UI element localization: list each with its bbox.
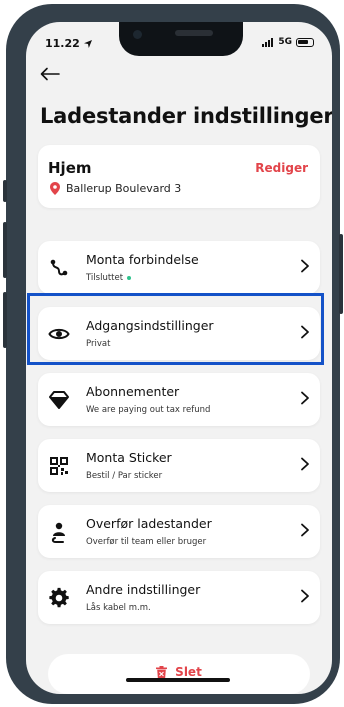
connected-status-dot [127,276,132,280]
volume-down-button [3,292,7,348]
user-transfer-icon [51,522,65,543]
item-label: Overfør ladestander [86,516,212,531]
qr-code-icon [50,457,68,475]
delete-button[interactable]: Slet [48,654,310,694]
selection-highlight [27,293,324,365]
location-pin-icon [50,182,60,195]
settings-item-transfer[interactable]: Overfør ladestander Overfør til team ell… [38,505,320,558]
settings-item-sticker[interactable]: Monta Sticker Bestil / Par sticker [38,439,320,492]
home-indicator [126,678,230,682]
network-type: 5G [278,37,292,47]
item-subtitle: We are paying out tax refund [86,405,211,415]
signal-icon [262,37,274,47]
settings-item-connection[interactable]: Monta forbindelse Tilsluttet [38,241,320,294]
silent-switch [3,180,7,202]
item-subtitle: Bestil / Par sticker [86,471,163,481]
edit-button[interactable]: Rediger [255,161,308,175]
item-subtitle: Overfør til team eller bruger [86,537,207,547]
item-label: Monta Sticker [86,450,172,465]
chevron-right-icon [301,391,309,405]
chevron-right-icon [301,457,309,471]
battery-icon [296,37,314,47]
settings-item-subscriptions[interactable]: Abonnementer We are paying out tax refun… [38,373,320,426]
arrow-left-icon [40,67,60,81]
chevron-right-icon [301,523,309,537]
back-button[interactable] [40,66,60,85]
camera [133,30,142,39]
chevron-right-icon [301,259,309,273]
item-subtitle: Lås kabel m.m. [86,603,151,613]
delete-label: Slet [175,665,202,679]
connection-icon [50,259,68,276]
status-time: 11.22 [45,37,92,50]
diamond-icon [49,391,69,409]
item-subtitle: Tilsluttet [86,273,132,283]
power-button [339,234,343,314]
home-address: Ballerup Boulevard 3 [66,182,182,195]
gear-icon [49,587,69,608]
volume-up-button [3,222,7,278]
home-card: Hjem Rediger Ballerup Boulevard 3 [38,145,320,208]
page-title: Ladestander indstillinger [40,104,332,128]
item-label: Abonnementer [86,384,180,399]
home-name: Hjem [48,159,92,177]
location-arrow-icon [83,40,92,48]
status-indicators: 5G [262,37,314,47]
item-label: Monta forbindelse [86,252,199,267]
trash-icon [156,665,168,679]
speaker [175,30,213,36]
notch [119,22,243,56]
chevron-right-icon [301,589,309,603]
item-label: Andre indstillinger [86,582,201,597]
settings-item-other[interactable]: Andre indstillinger Lås kabel m.m. [38,571,320,624]
